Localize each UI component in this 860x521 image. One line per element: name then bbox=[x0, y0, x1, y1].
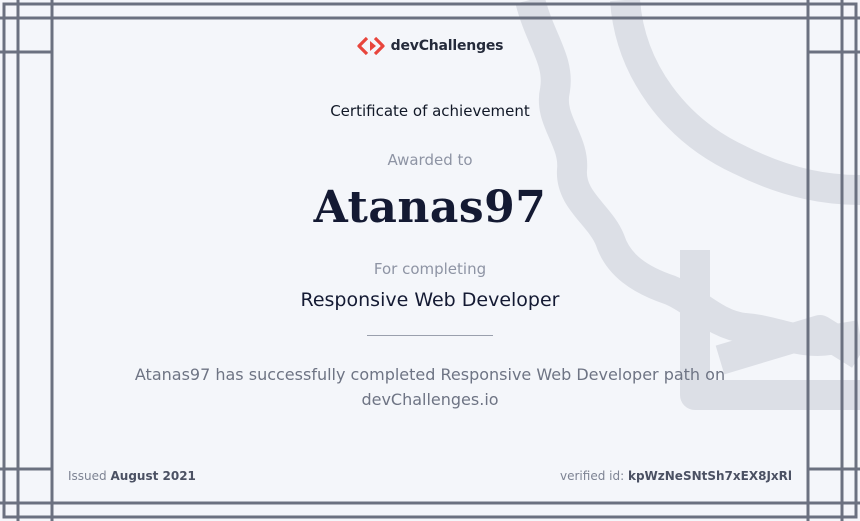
recipient-name: Atanas97 bbox=[313, 182, 547, 233]
certificate: devChallenges Certificate of achievement… bbox=[0, 0, 860, 521]
certificate-title: Certificate of achievement bbox=[330, 102, 530, 120]
description-line: devChallenges.io bbox=[361, 390, 499, 409]
course-name: Responsive Web Developer bbox=[300, 289, 560, 311]
for-completing-label: For completing bbox=[373, 260, 487, 278]
issued-date: Issued August 2021 bbox=[68, 469, 196, 483]
devchallenges-logo: devChallenges bbox=[0, 37, 860, 55]
divider bbox=[367, 335, 493, 336]
issued-value: August 2021 bbox=[110, 469, 196, 483]
issued-label: Issued bbox=[68, 469, 107, 483]
verified-value: kpWzNeSNtSh7xEX8JxRl bbox=[627, 469, 792, 483]
description-line: Atanas97 has successfully completed Resp… bbox=[134, 365, 726, 384]
logo-text: devChallenges bbox=[390, 38, 504, 54]
awarded-label: Awarded to bbox=[387, 151, 473, 169]
verified-label: verified id: bbox=[560, 469, 625, 483]
certificate-description: Atanas97 has successfully completed Resp… bbox=[0, 362, 860, 412]
verified-id: verified id: kpWzNeSNtSh7xEX8JxRl bbox=[560, 469, 792, 483]
devchallenges-logo-icon bbox=[357, 37, 385, 55]
